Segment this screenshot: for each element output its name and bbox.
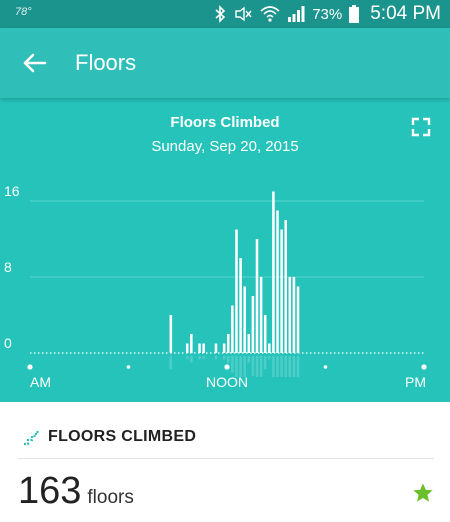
- signal-icon: [288, 6, 305, 22]
- divider: [18, 458, 434, 459]
- floors-chart: 0 8 16 AM NOON PM: [4, 183, 427, 390]
- stats-label: FLOORS CLIMBED: [48, 428, 197, 445]
- bar-reflection: [272, 356, 275, 377]
- status-bar: 78° 73% 5:04 PM: [0, 0, 450, 28]
- page-title: Floors: [75, 50, 137, 75]
- floors-total: 163 floors: [18, 470, 134, 513]
- chart-bar: [292, 277, 296, 353]
- bar-reflection: [169, 356, 173, 370]
- bar-reflection: [214, 356, 218, 360]
- chart-bar: [190, 334, 193, 353]
- bar-reflection: [231, 356, 234, 373]
- app-bar: Floors: [0, 28, 450, 98]
- chart-bar: [259, 277, 263, 353]
- x-tick-label: AM: [30, 374, 51, 390]
- chart-bar: [280, 229, 283, 353]
- bar-reflection: [222, 356, 226, 360]
- chart-panel: Floors Climbed Sunday, Sep 20, 2015 0 8 16…: [0, 98, 450, 402]
- clock: 5:04 PM: [370, 3, 441, 24]
- chart-bar: [235, 229, 238, 353]
- bar-reflection: [292, 356, 296, 377]
- bar-reflection: [190, 356, 193, 363]
- battery-percent: 73%: [312, 5, 343, 23]
- chart-bar: [247, 334, 251, 353]
- chart-bar: [296, 286, 300, 353]
- bar-reflection: [247, 356, 251, 363]
- stairs-icon: [24, 430, 39, 446]
- x-axis-dot: [323, 365, 328, 369]
- floors-unit: floors: [87, 487, 134, 508]
- stats-header: FLOORS CLIMBED: [22, 428, 196, 446]
- status-icons: 73% 5:04 PM: [214, 2, 441, 26]
- battery-icon: [349, 5, 360, 23]
- chart-bar: [288, 277, 292, 353]
- bar-reflection: [198, 356, 201, 360]
- x-axis-dot: [224, 364, 230, 370]
- stats-card: FLOORS CLIMBED 163 floors: [0, 402, 450, 522]
- bar-reflection: [255, 356, 259, 377]
- chart-bar: [272, 191, 275, 353]
- wifi-icon: [260, 6, 280, 22]
- bar-reflection: [259, 356, 263, 377]
- chart-bar: [276, 210, 279, 353]
- bar-reflection: [288, 356, 292, 377]
- chart-bar: [284, 220, 288, 353]
- bar-reflection: [202, 356, 205, 360]
- bar-reflection: [284, 356, 288, 377]
- bar-reflection: [280, 356, 283, 377]
- y-tick-label: 16: [4, 183, 20, 199]
- chart-bar: [243, 286, 246, 353]
- mute-icon: [235, 6, 252, 22]
- x-tick-label: PM: [405, 374, 426, 390]
- chart-bar: [263, 315, 267, 353]
- floors-count: 163: [18, 470, 82, 512]
- bluetooth-icon: [215, 5, 226, 23]
- bar-reflection: [276, 356, 279, 377]
- bar-reflection: [185, 356, 189, 360]
- temperature-indicator: 78°: [15, 6, 32, 18]
- back-button[interactable]: [18, 48, 52, 78]
- chart-bar: [198, 343, 201, 353]
- x-axis-dot: [421, 364, 427, 370]
- y-tick-label: 0: [4, 335, 12, 351]
- x-axis-dot: [126, 365, 131, 369]
- chart-bar: [214, 343, 218, 353]
- chart-bar: [185, 343, 189, 353]
- chart-bar: [255, 239, 259, 353]
- bar-reflection: [263, 356, 267, 370]
- arrow-left-icon: [23, 53, 47, 73]
- bar-reflection: [296, 356, 300, 377]
- x-tick-label: NOON: [206, 374, 248, 390]
- chart-bar: [202, 343, 205, 353]
- chart-bar: [268, 343, 271, 353]
- chart-bar: [239, 258, 242, 353]
- star-icon: [413, 483, 433, 502]
- chart-bar: [222, 343, 226, 353]
- y-tick-label: 8: [4, 259, 12, 275]
- chart-bar: [169, 315, 173, 353]
- chart-bar: [227, 334, 230, 353]
- bar-reflection: [227, 356, 230, 363]
- chart-bar: [231, 305, 234, 353]
- x-axis-dot: [27, 364, 33, 370]
- bar-reflection: [268, 356, 271, 360]
- chart-bar: [251, 296, 255, 353]
- bar-reflection: [251, 356, 255, 376]
